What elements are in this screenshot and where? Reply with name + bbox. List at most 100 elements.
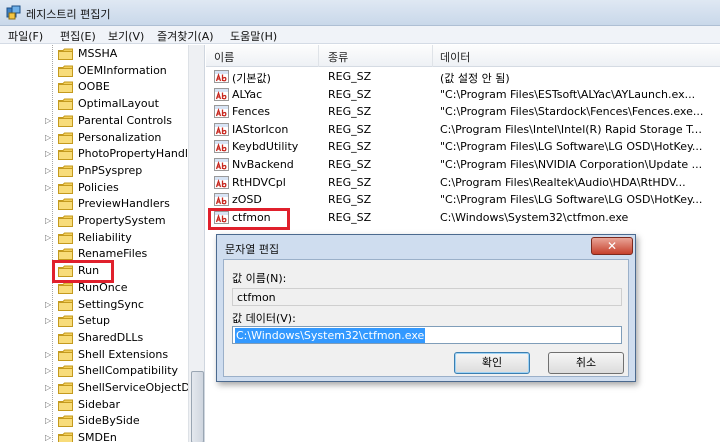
expand-arrow-icon[interactable]: ▷ (45, 116, 53, 126)
tree-item-label: MSSHA (78, 47, 118, 60)
tree-item-label: PhotoPropertyHandler (78, 147, 200, 161)
tree-item[interactable]: SharedDLLs (0, 330, 190, 346)
expand-arrow-icon[interactable]: ▷ (45, 366, 53, 376)
expand-arrow-icon[interactable] (45, 82, 53, 92)
string-value-icon (214, 158, 229, 171)
value-data: "C:\Program Files\ESTsoft\ALYac\AYLaunch… (440, 87, 696, 101)
expand-arrow-icon[interactable]: ▷ (45, 350, 53, 360)
tree-item[interactable]: OOBE (0, 79, 190, 95)
expand-arrow-icon[interactable]: ▷ (45, 383, 53, 393)
tree-item[interactable]: ▷ Reliability (0, 230, 190, 246)
tree-item[interactable]: ▷ PnPSysprep (0, 163, 190, 179)
string-value-icon (214, 87, 229, 101)
value-row[interactable]: NvBackend REG_SZ "C:\Program Files\NVIDIA … (206, 156, 720, 173)
value-row[interactable]: ALYac REG_SZ "C:\Program Files\ESTsoft\ALY… (206, 86, 720, 103)
key-tree[interactable]: MSSHA OEMInformation OOBE OptimalLayout ▷ Par… (0, 45, 205, 442)
ok-button[interactable]: 확인 (454, 352, 530, 374)
expand-arrow-icon[interactable] (45, 66, 53, 76)
tree-item-label: Parental Controls (78, 113, 172, 127)
column-header-name[interactable]: 이름 (214, 49, 234, 65)
tree-item-label: ShellServiceObjectDel (78, 381, 200, 394)
value-type: REG_SZ (328, 70, 372, 83)
folder-icon (58, 48, 73, 60)
tree-item-label: SharedDLLs (78, 330, 144, 344)
value-type: REG_SZ (328, 193, 372, 207)
tree-item[interactable]: ▷ Setup (0, 313, 190, 329)
expand-arrow-icon[interactable]: ▷ (45, 316, 53, 326)
expand-arrow-icon[interactable]: ▷ (45, 233, 53, 243)
column-separator[interactable] (318, 45, 319, 67)
expand-arrow-icon[interactable]: ▷ (45, 416, 53, 426)
tree-item[interactable]: ▷ ShellServiceObjectDel (0, 380, 200, 396)
title-bar: 레지스트리 편집기 (0, 0, 720, 26)
expand-arrow-icon[interactable]: ▷ (45, 400, 53, 410)
menu-help[interactable]: 도움말(H) (230, 28, 277, 44)
value-row[interactable]: IAStorIcon REG_SZ C:\Program Files\Intel\I… (206, 121, 720, 138)
folder-icon (58, 349, 73, 361)
value-data: C:\Program Files\Intel\Intel(R) Rapid St… (440, 122, 704, 136)
value-type: REG_SZ (328, 105, 372, 119)
value-name-field: ctfmon (232, 288, 622, 306)
menu-edit[interactable]: 편집(E) (60, 28, 96, 44)
expand-arrow-icon[interactable]: ▷ (45, 216, 53, 226)
tree-item[interactable]: ▷ Shell Extensions (0, 347, 190, 363)
tree-item-label: OEMInformation (78, 63, 167, 77)
expand-arrow-icon[interactable]: ▷ (45, 183, 53, 193)
tree-item[interactable]: MSSHA (0, 46, 190, 62)
expand-arrow-icon[interactable]: ▷ (45, 166, 53, 176)
menu-view[interactable]: 보기(V) (108, 28, 144, 44)
tree-item[interactable]: ▷ SettingSync (0, 297, 190, 313)
column-header-data[interactable]: 데이터 (440, 49, 470, 65)
tree-item-label: Setup (78, 314, 111, 328)
window-title: 레지스트리 편집기 (26, 8, 111, 21)
tree-scroll-thumb[interactable] (191, 371, 204, 442)
tree-item[interactable]: ▷ Sidebar (0, 397, 190, 413)
value-data: C:\Windows\System32\ctfmon.exe (440, 210, 629, 224)
expand-arrow-icon[interactable]: ▷ (45, 300, 53, 310)
expand-arrow-icon[interactable]: ▷ (45, 149, 53, 159)
value-data: (값 설정 안 됨) (440, 72, 510, 85)
tree-scrollbar[interactable] (188, 45, 204, 442)
value-row[interactable]: RtHDVCpl REG_SZ C:\Program Files\Realtek\A… (206, 174, 720, 191)
value-name: zOSD (232, 193, 262, 207)
expand-arrow-icon[interactable] (45, 249, 53, 259)
tree-item-label: Personalization (78, 130, 162, 144)
value-row[interactable]: KeybdUtility REG_SZ "C:\Program Files\LG S… (206, 138, 720, 155)
value-name: KeybdUtility (232, 140, 299, 154)
tree-item[interactable]: ▷ Policies (0, 180, 190, 196)
value-row[interactable]: (기본값) REG_SZ (값 설정 안 됨) (206, 68, 720, 85)
tree-item[interactable]: ▷ ShellCompatibility (0, 363, 190, 379)
expand-arrow-icon[interactable] (45, 199, 53, 209)
value-type: REG_SZ (328, 175, 372, 189)
expand-arrow-icon[interactable] (45, 333, 53, 343)
tree-item[interactable]: OEMInformation (0, 63, 190, 79)
folder-icon (58, 315, 73, 328)
tree-item[interactable]: ▷ PropertySystem (0, 213, 190, 229)
string-value-icon (214, 122, 229, 136)
close-button[interactable]: ✕ (591, 237, 633, 255)
expand-arrow-icon[interactable] (45, 99, 53, 109)
menu-favorites[interactable]: 즐겨찾기(A) (157, 28, 214, 44)
tree-item[interactable]: ▷ Personalization (0, 130, 190, 146)
value-row[interactable]: zOSD REG_SZ "C:\Program Files\LG Software\… (206, 191, 720, 208)
expand-arrow-icon[interactable]: ▷ (45, 433, 53, 442)
value-data-input[interactable]: C:\Windows\System32\ctfmon.exe (232, 326, 622, 344)
tree-item[interactable]: ▷ SideBySide (0, 413, 190, 429)
expand-arrow-icon[interactable] (45, 283, 53, 293)
tree-item[interactable]: ▷ SMDEn (0, 430, 190, 442)
folder-icon (58, 332, 73, 344)
menu-file[interactable]: 파일(F) (8, 28, 43, 44)
expand-arrow-icon[interactable]: ▷ (45, 133, 53, 143)
tree-item[interactable]: OptimalLayout (0, 96, 190, 112)
column-separator[interactable] (432, 45, 433, 67)
value-row[interactable]: Fences REG_SZ "C:\Program Files\Stardock\F… (206, 103, 720, 120)
folder-icon (58, 148, 73, 161)
tree-item[interactable]: PreviewHandlers (0, 196, 190, 212)
tree-item[interactable]: ▷ PhotoPropertyHandler (0, 146, 199, 162)
tree-item[interactable]: ▷ Parental Controls (0, 113, 190, 129)
folder-icon (58, 65, 73, 77)
tree-item-label: RenameFiles (78, 247, 148, 261)
column-header-type[interactable]: 종류 (328, 49, 348, 65)
expand-arrow-icon[interactable] (45, 49, 53, 59)
cancel-button[interactable]: 취소 (548, 352, 624, 374)
